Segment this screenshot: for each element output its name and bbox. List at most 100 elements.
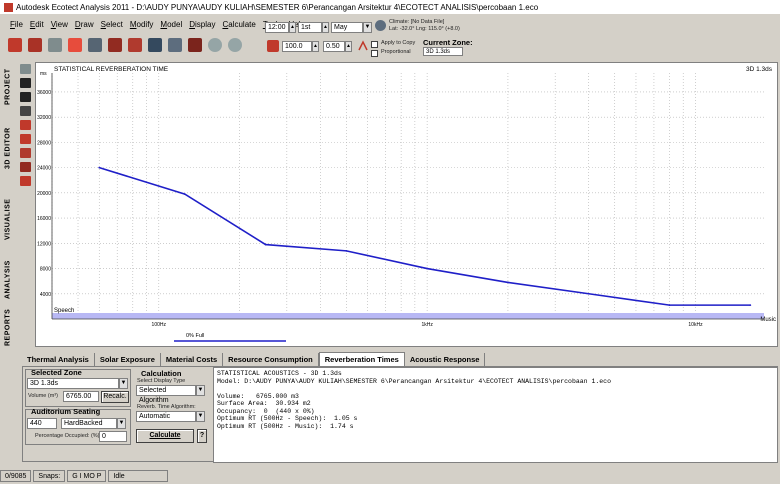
menu-item-modify[interactable]: Modify [130,20,154,29]
axis-icon[interactable] [357,40,369,52]
menu-item-draw[interactable]: Draw [75,20,94,29]
seat-type-dropdown-icon[interactable]: ▼ [117,418,126,429]
calculation-heading: Calculation [141,369,182,378]
snaps-status: G I MO P [67,470,107,482]
day-spinner[interactable]: ▲ [322,22,329,33]
proportional-checkbox[interactable] [371,50,378,57]
snap-value-1[interactable]: 100.0 [282,41,312,52]
bottom-panel: Selected Zone 3D 1.3ds ▼ Volume (m³) 676… [22,366,778,463]
apply-copy-checkbox[interactable] [371,41,378,48]
x-tick-label: 100Hz [152,322,167,328]
open-icon[interactable] [28,38,42,52]
side-tab-project[interactable]: PROJECT [1,62,15,112]
y-unit-label: ms [40,71,47,77]
shading-icon[interactable] [168,38,182,52]
snap-spinner-2[interactable]: ▲ [345,41,352,52]
calculate-button[interactable]: Calculate [136,429,194,443]
side-tab-analysis[interactable]: ANALYSIS [1,260,15,300]
algorithm-dropdown-icon[interactable]: ▼ [196,411,205,422]
main-toolbar [0,34,265,56]
menu-item-edit[interactable]: Edit [30,20,44,29]
series-line-0pct-full [99,166,751,306]
menu-item-file[interactable]: File [10,20,23,29]
proportional-label: Proportional [381,49,411,55]
climate-line2: Lat: -32.0° Lng: 115.0° (+8.0) [389,26,460,32]
new-icon[interactable] [8,38,22,52]
undo-icon[interactable] [208,38,222,52]
window-title: Autodesk Ecotect Analysis 2011 - D:\AUDY… [16,2,539,12]
algorithm-select[interactable]: Automatic [136,411,196,422]
selected-zone-heading: Selected Zone [31,368,82,377]
seats-field[interactable]: 440 [27,418,57,429]
analysis-icon[interactable] [148,38,162,52]
occupied-field[interactable]: 0 [99,431,127,442]
tab-material-costs[interactable]: Material Costs [161,353,224,366]
snap-value-2[interactable]: 0.50 [323,41,345,52]
tab-reverberation-times[interactable]: Reverberation Times [318,352,405,366]
globe-icon[interactable] [375,20,386,31]
time-spinner[interactable]: ▲ [289,22,296,33]
menu-item-select[interactable]: Select [101,20,123,29]
menu-item-display[interactable]: Display [189,20,215,29]
tab-solar-exposure[interactable]: Solar Exposure [95,353,161,366]
auditorium-heading: Auditorium Seating [31,407,101,416]
series-point [183,193,186,196]
month-dropdown-icon[interactable]: ▼ [363,22,372,33]
speech-label: Speech [54,308,74,314]
time-field[interactable]: 12:00 [265,22,289,33]
menu-item-calculate[interactable]: Calculate [222,20,255,29]
help-button[interactable]: ? [197,429,207,443]
save-icon[interactable] [48,38,62,52]
seat-type-select[interactable]: HardBacked [61,418,117,429]
render-icon[interactable] [108,38,122,52]
series-point [587,292,590,295]
zone-select[interactable]: 3D 1.3ds [27,378,119,389]
y-tick-label: 16000 [37,216,51,222]
display-type-dropdown-icon[interactable]: ▼ [196,385,205,396]
select-icon[interactable] [20,92,31,102]
month-select[interactable]: May [331,22,363,33]
app-icon [4,2,13,12]
material-icon[interactable] [20,148,31,158]
recalc-button[interactable]: Recalc. [101,391,129,403]
zone-dropdown-icon[interactable]: ▼ [119,378,128,389]
dimension-icon[interactable] [20,106,31,116]
export-icon[interactable] [68,38,82,52]
walk-icon[interactable] [188,38,202,52]
camera-icon[interactable] [88,38,102,52]
side-tab-visualise[interactable]: VISUALISE [1,185,15,253]
menu-item-model[interactable]: Model [160,20,182,29]
display-type-select[interactable]: Selected Algorithm [136,385,196,404]
material-icon[interactable] [128,38,142,52]
snap-spinner-1[interactable]: ▲ [312,41,319,52]
bars-icon[interactable] [20,162,31,172]
occupied-label: Percentage Occupied: (%) [35,433,100,439]
volume-field[interactable]: 6765.00 [63,391,99,402]
side-tab-3d-editor[interactable]: 3D EDITOR [1,118,15,178]
tab-thermal-analysis[interactable]: Thermal Analysis [22,353,95,366]
grid-icon[interactable] [20,64,31,74]
y-tick-label: 24000 [37,166,51,172]
legend-label: 0% Full [186,333,204,339]
snap-icon[interactable] [267,40,279,52]
series-point [507,281,509,284]
menu-bar: File Edit View Draw Select Modify Model Display… [0,16,305,32]
layers-icon[interactable] [20,120,31,130]
menu-item-view[interactable]: View [51,20,68,29]
snaps-label: Snaps: [33,470,66,482]
current-zone-value[interactable]: 3D 1.3ds [423,47,463,56]
side-tab-reports[interactable]: REPORTS [1,305,15,350]
results-textarea[interactable]: STATISTICAL ACOUSTICS - 3D 1.3ds Model: … [213,367,778,463]
current-zone-label: Current Zone: [423,38,473,47]
chart-panel: STATISTICAL REVERBERATION TIME 3D 1.3ds ms… [35,62,778,347]
redo-icon[interactable] [228,38,242,52]
cursor-icon[interactable] [20,78,31,88]
series-point [264,243,267,246]
top-controls: 12:00 ▲ 1st ▲ May ▼ Climate: [No Data Fi… [265,16,780,58]
tab-acoustic-response[interactable]: Acoustic Response [405,353,486,366]
day-field[interactable]: 1st [298,22,322,33]
chart-icon[interactable] [20,176,31,186]
reverb-chart: STATISTICAL REVERBERATION TIME 3D 1.3ds ms… [37,66,776,342]
tab-resource-consumption[interactable]: Resource Consumption [223,353,319,366]
zone-icon[interactable] [20,134,31,144]
